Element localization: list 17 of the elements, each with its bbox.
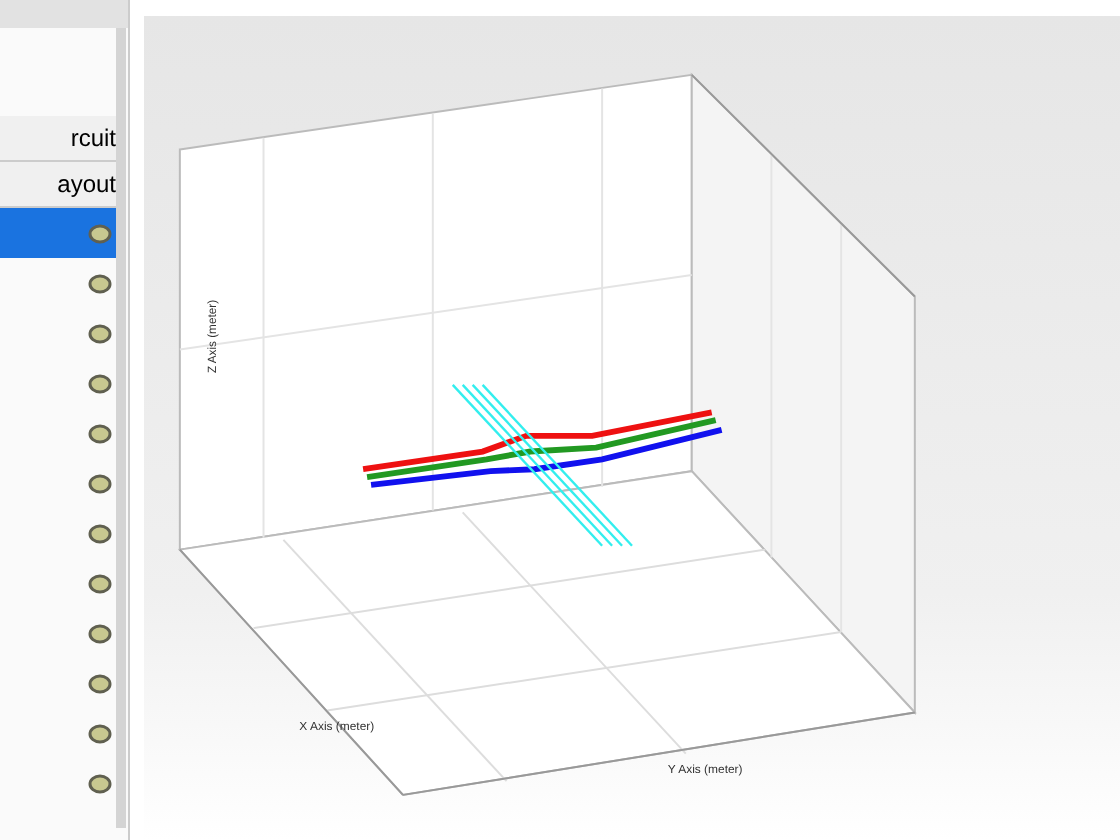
circle-icon bbox=[88, 773, 112, 793]
list-row[interactable] bbox=[0, 208, 116, 258]
circle-icon bbox=[88, 573, 112, 593]
circle-icon bbox=[88, 373, 112, 393]
tree-item[interactable]: ayout bbox=[0, 162, 116, 208]
circle-icon bbox=[88, 523, 112, 543]
circle-icon bbox=[88, 623, 112, 643]
circle-icon bbox=[88, 323, 112, 343]
scrollbar[interactable] bbox=[116, 28, 126, 828]
circle-icon bbox=[88, 473, 112, 493]
tree-item[interactable]: rcuit bbox=[0, 116, 116, 162]
circle-icon bbox=[88, 223, 112, 243]
circle-icon bbox=[88, 423, 112, 443]
circle-icon bbox=[88, 723, 112, 743]
circle-icon bbox=[88, 673, 112, 693]
circle-icon bbox=[88, 273, 112, 293]
header-bar bbox=[0, 0, 128, 28]
